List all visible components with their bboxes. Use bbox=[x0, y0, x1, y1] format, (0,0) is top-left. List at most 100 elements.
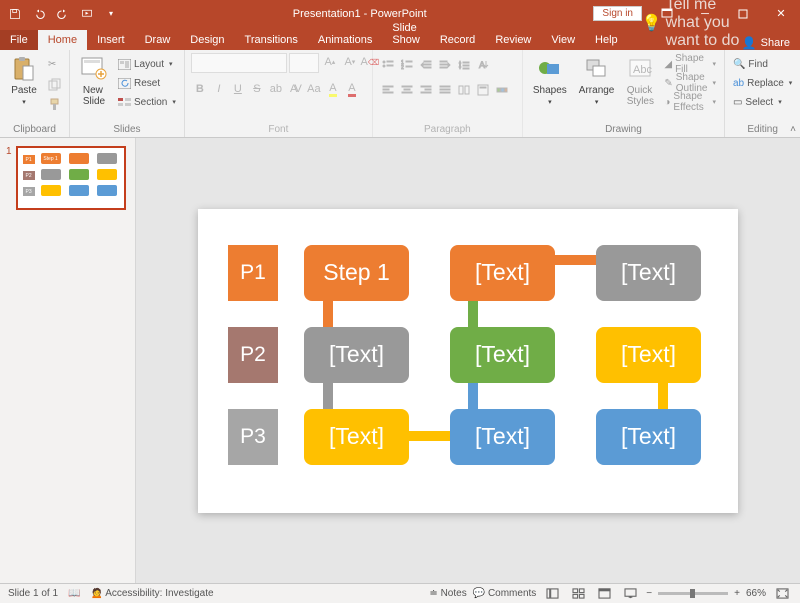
shapes-button[interactable]: Shapes▾ bbox=[529, 53, 571, 108]
tab-record[interactable]: Record bbox=[430, 30, 485, 50]
box-r2c3[interactable]: [Text] bbox=[596, 327, 701, 383]
normal-view-btn[interactable] bbox=[542, 586, 562, 602]
shape-fill-button[interactable]: ◢Shape Fill▾ bbox=[662, 55, 718, 73]
tab-review[interactable]: Review bbox=[485, 30, 541, 50]
row-label-p2[interactable]: P2 bbox=[228, 327, 278, 383]
arrange-button[interactable]: Arrange▾ bbox=[575, 53, 619, 108]
select-button[interactable]: ▭Select▾ bbox=[731, 93, 794, 111]
connector bbox=[468, 383, 478, 409]
statusbar: Slide 1 of 1 📖 🙍 Accessibility: Investig… bbox=[0, 583, 800, 603]
spell-check-icon[interactable]: 📖 bbox=[68, 588, 80, 599]
align-text-btn[interactable] bbox=[474, 81, 492, 99]
bold-btn[interactable]: B bbox=[191, 80, 209, 98]
accessibility-status[interactable]: 🙍 Accessibility: Investigate bbox=[91, 588, 214, 599]
group-font: A▴ A▾ A⌫ B I U S ab AV Aa A A Font bbox=[185, 50, 373, 137]
align-right-btn[interactable] bbox=[417, 81, 435, 99]
box-r3c3[interactable]: [Text] bbox=[596, 409, 701, 465]
undo-icon[interactable] bbox=[28, 3, 50, 25]
start-from-beginning-icon[interactable] bbox=[76, 3, 98, 25]
row-label-p3[interactable]: P3 bbox=[228, 409, 278, 465]
replace-button[interactable]: abReplace▾ bbox=[731, 74, 794, 92]
reading-view-btn[interactable] bbox=[594, 586, 614, 602]
smartart-btn[interactable] bbox=[493, 81, 511, 99]
zoom-slider[interactable] bbox=[658, 592, 728, 595]
notes-button[interactable]: ≐ Notes bbox=[429, 588, 466, 599]
font-family-combo[interactable] bbox=[191, 53, 287, 73]
tab-file[interactable]: File bbox=[0, 30, 38, 50]
tab-transitions[interactable]: Transitions bbox=[235, 30, 308, 50]
slide-counter[interactable]: Slide 1 of 1 bbox=[8, 588, 58, 599]
shape-effects-button[interactable]: ◑Shape Effects▾ bbox=[662, 93, 718, 111]
tab-slideshow[interactable]: Slide Show bbox=[382, 18, 430, 50]
justify-btn[interactable] bbox=[436, 81, 454, 99]
signin-button[interactable]: Sign in bbox=[593, 6, 642, 21]
decrease-indent-btn[interactable] bbox=[417, 56, 435, 74]
align-left-btn[interactable] bbox=[379, 81, 397, 99]
tab-insert[interactable]: Insert bbox=[87, 30, 135, 50]
effects-icon: ◑ bbox=[664, 97, 670, 108]
line-spacing-btn[interactable] bbox=[455, 56, 473, 74]
qat-customize-icon[interactable]: ▾ bbox=[100, 3, 122, 25]
copy-button[interactable] bbox=[46, 75, 63, 93]
highlight-btn[interactable]: A bbox=[324, 80, 342, 98]
increase-font-btn[interactable]: A▴ bbox=[321, 53, 339, 71]
slide-sorter-btn[interactable] bbox=[568, 586, 588, 602]
slideshow-view-btn[interactable] bbox=[620, 586, 640, 602]
close-button[interactable]: ✕ bbox=[762, 0, 800, 27]
font-color-btn[interactable]: A bbox=[343, 80, 361, 98]
box-r3c2[interactable]: [Text] bbox=[450, 409, 555, 465]
save-icon[interactable] bbox=[4, 3, 26, 25]
italic-btn[interactable]: I bbox=[210, 80, 228, 98]
tab-home[interactable]: Home bbox=[38, 30, 87, 50]
box-r3c1[interactable]: [Text] bbox=[304, 409, 409, 465]
layout-button[interactable]: Layout▾ bbox=[116, 55, 178, 73]
box-r1c3[interactable]: [Text] bbox=[596, 245, 701, 301]
tab-help[interactable]: Help bbox=[585, 30, 628, 50]
change-case-btn[interactable]: Aa bbox=[305, 80, 323, 98]
row-label-p1[interactable]: P1 bbox=[228, 245, 278, 301]
cut-button[interactable]: ✂ bbox=[46, 55, 63, 73]
share-button[interactable]: Share bbox=[761, 37, 790, 49]
cursor-icon: ▭ bbox=[733, 97, 742, 108]
reset-button[interactable]: Reset bbox=[116, 74, 178, 92]
collapse-ribbon-icon[interactable]: ˄ bbox=[790, 124, 796, 135]
shape-outline-button[interactable]: ✎Shape Outline▾ bbox=[662, 74, 718, 92]
box-r2c2[interactable]: [Text] bbox=[450, 327, 555, 383]
box-r2c1[interactable]: [Text] bbox=[304, 327, 409, 383]
tab-view[interactable]: View bbox=[541, 30, 585, 50]
box-r1c2[interactable]: [Text] bbox=[450, 245, 555, 301]
zoom-in-btn[interactable]: + bbox=[734, 588, 740, 599]
comments-button[interactable]: 💬 Comments bbox=[473, 588, 537, 599]
box-r1c1[interactable]: Step 1 bbox=[304, 245, 409, 301]
slide-thumbnail-1[interactable]: P1 P2 P3 Step 1 bbox=[16, 146, 126, 210]
underline-btn[interactable]: U bbox=[229, 80, 247, 98]
fit-to-window-btn[interactable] bbox=[772, 586, 792, 602]
zoom-level[interactable]: 66% bbox=[746, 588, 766, 599]
tab-design[interactable]: Design bbox=[180, 30, 234, 50]
paste-button[interactable]: Paste ▾ bbox=[6, 53, 42, 108]
quick-styles-button[interactable]: Abc Quick Styles bbox=[622, 53, 658, 109]
redo-icon[interactable] bbox=[52, 3, 74, 25]
char-spacing-btn[interactable]: AV bbox=[286, 80, 304, 98]
tell-me-search[interactable]: 💡 Tell me what you want to do bbox=[642, 0, 742, 50]
zoom-out-btn[interactable]: − bbox=[646, 588, 652, 599]
shadow-btn[interactable]: ab bbox=[267, 80, 285, 98]
slide-editor-area[interactable]: P1 P2 P3 Step 1 [Text] [Text] [Text] [Te… bbox=[136, 138, 800, 583]
strikethrough-btn[interactable]: S bbox=[248, 80, 266, 98]
tab-draw[interactable]: Draw bbox=[135, 30, 181, 50]
new-slide-button[interactable]: New Slide bbox=[76, 53, 112, 109]
tab-animations[interactable]: Animations bbox=[308, 30, 382, 50]
slide-canvas[interactable]: P1 P2 P3 Step 1 [Text] [Text] [Text] [Te… bbox=[198, 209, 738, 513]
numbering-btn[interactable]: 12 bbox=[398, 56, 416, 74]
increase-indent-btn[interactable] bbox=[436, 56, 454, 74]
decrease-font-btn[interactable]: A▾ bbox=[341, 53, 359, 71]
text-direction-btn[interactable]: A bbox=[474, 56, 492, 74]
columns-btn[interactable] bbox=[455, 81, 473, 99]
section-button[interactable]: Section▾ bbox=[116, 93, 178, 111]
section-icon bbox=[118, 97, 131, 108]
find-button[interactable]: 🔍Find bbox=[731, 55, 794, 73]
bullets-btn[interactable] bbox=[379, 56, 397, 74]
format-painter-button[interactable] bbox=[46, 95, 63, 113]
align-center-btn[interactable] bbox=[398, 81, 416, 99]
font-size-combo[interactable] bbox=[289, 53, 319, 73]
